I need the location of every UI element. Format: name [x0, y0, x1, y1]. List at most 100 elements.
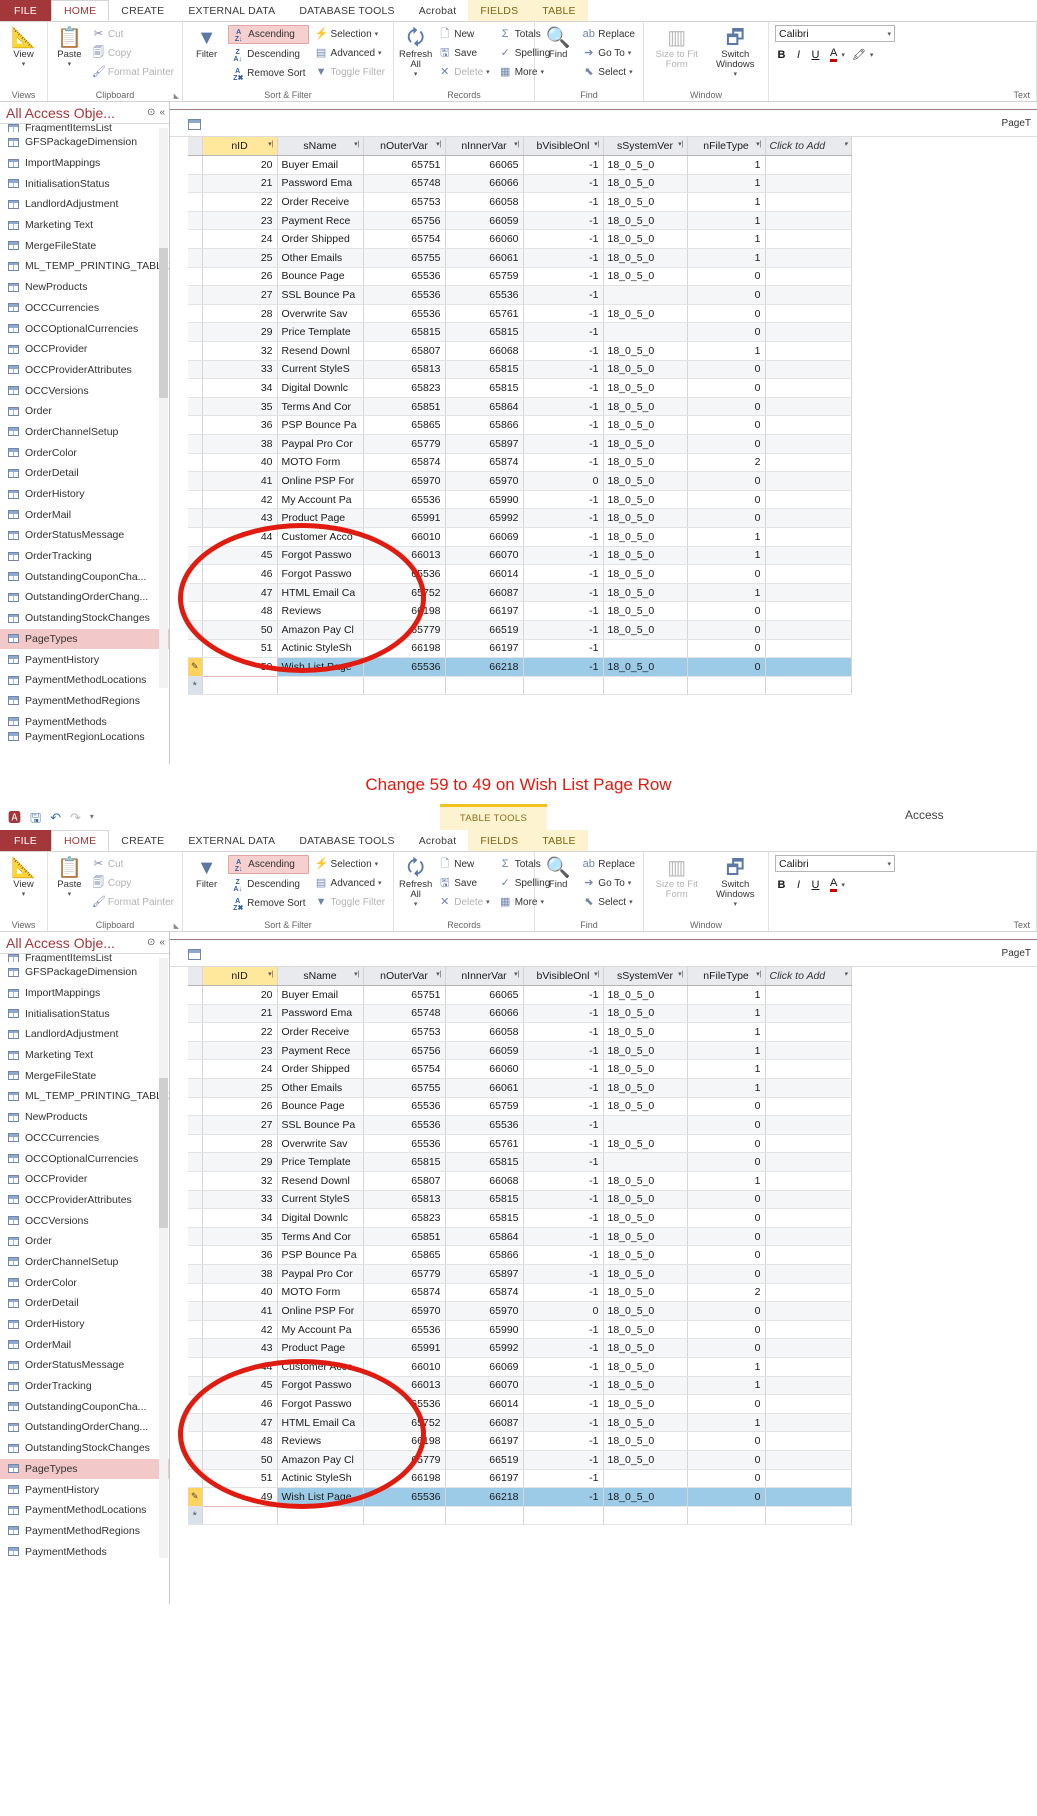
cell-nfiletype[interactable]: 0: [687, 1450, 765, 1469]
cell-click-to-add[interactable]: [765, 490, 851, 509]
cell-ssystemver[interactable]: 18_0_5_0: [603, 360, 687, 379]
cell-sname[interactable]: Customer Acco: [277, 1357, 363, 1376]
cell-noutervar[interactable]: 65813: [363, 1190, 445, 1209]
cell-nid[interactable]: 34: [202, 379, 277, 398]
row-selector[interactable]: [188, 1097, 202, 1116]
datasheet-object-tab-before[interactable]: PageT: [170, 113, 1037, 137]
nav-pane-collapse-icon[interactable]: «: [159, 107, 165, 118]
chevron-down-icon[interactable]: ▾: [887, 30, 891, 38]
cell-sname[interactable]: Reviews: [277, 1432, 363, 1451]
chevron-down-icon[interactable]: ▾: [629, 898, 633, 906]
sidebar-item-initialisationstatus[interactable]: InitialisationStatus: [0, 1003, 169, 1024]
cell-click-to-add[interactable]: [765, 1060, 851, 1079]
cell-ssystemver[interactable]: 18_0_5_0: [603, 565, 687, 584]
table-row[interactable]: 21Password Ema6574866066-118_0_5_01: [188, 1004, 851, 1023]
cell-sname[interactable]: Product Page: [277, 509, 363, 528]
tab-file[interactable]: FILE: [0, 0, 51, 21]
toggle-filter-button[interactable]: ▼Toggle Filter: [312, 63, 388, 81]
sidebar-item-ml-temp-printing-table[interactable]: ML_TEMP_PRINTING_TABLE: [0, 1086, 169, 1107]
row-selector[interactable]: [188, 360, 202, 379]
cell-noutervar[interactable]: 65748: [363, 174, 445, 193]
cell-ssystemver[interactable]: 18_0_5_0: [603, 527, 687, 546]
cell-sname[interactable]: Current StyleS: [277, 360, 363, 379]
cell-nfiletype[interactable]: 1: [687, 342, 765, 361]
sidebar-item-newproducts[interactable]: NewProducts: [0, 277, 169, 298]
cell-noutervar[interactable]: 65752: [363, 583, 445, 602]
filter-dropdown-icon[interactable]: ▾|: [756, 140, 761, 148]
advanced-button[interactable]: ▤Advanced▾: [312, 874, 388, 892]
filter-dropdown-icon[interactable]: ▾|: [514, 970, 519, 978]
row-selector[interactable]: [188, 156, 202, 175]
cell-bvisibleonly[interactable]: -1: [523, 286, 603, 305]
sidebar-item-outstandingcouponchanges[interactable]: OutstandingCouponCha...: [0, 1396, 169, 1417]
cell-nfiletype[interactable]: 1: [687, 211, 765, 230]
row-selector[interactable]: ✎: [188, 658, 202, 677]
sidebar-item-outstandingstockchanges[interactable]: OutstandingStockChanges: [0, 608, 169, 629]
cell-noutervar[interactable]: 65779: [363, 1450, 445, 1469]
cell-ninnervar[interactable]: 65992: [445, 509, 523, 528]
filter-dropdown-icon[interactable]: ▾|: [268, 140, 273, 148]
cell-sname[interactable]: Bounce Page: [277, 267, 363, 286]
table-row[interactable]: 22Order Receive6575366058-118_0_5_01: [188, 1023, 851, 1042]
cell-nfiletype[interactable]: 0: [687, 1134, 765, 1153]
cell-nfiletype[interactable]: 0: [687, 360, 765, 379]
cell-noutervar[interactable]: 66010: [363, 527, 445, 546]
cell-ninnervar[interactable]: 65815: [445, 1209, 523, 1228]
cell-sname[interactable]: Buyer Email: [277, 986, 363, 1005]
table-row[interactable]: 47HTML Email Ca6575266087-118_0_5_01: [188, 583, 851, 602]
cell-nid[interactable]: 27: [202, 1116, 277, 1135]
cell-nfiletype[interactable]: 1: [687, 249, 765, 268]
row-selector[interactable]: [188, 416, 202, 435]
cell-bvisibleonly[interactable]: -1: [523, 1097, 603, 1116]
sidebar-item-orderstatusmessage[interactable]: OrderStatusMessage: [0, 1355, 169, 1376]
cell-ssystemver[interactable]: 18_0_5_0: [603, 416, 687, 435]
row-selector[interactable]: [188, 211, 202, 230]
cell-click-to-add[interactable]: [765, 267, 851, 286]
row-selector[interactable]: [188, 1060, 202, 1079]
cell-ssystemver[interactable]: 18_0_5_0: [603, 1395, 687, 1414]
table-row[interactable]: 42My Account Pa6553665990-118_0_5_00: [188, 490, 851, 509]
chevron-down-icon[interactable]: ▾: [486, 68, 490, 76]
highlight-color-button[interactable]: 🖍: [852, 48, 866, 61]
chevron-down-icon[interactable]: ▾: [375, 30, 379, 38]
cell-nfiletype[interactable]: 0: [687, 1488, 765, 1507]
select-all-corner[interactable]: [188, 137, 202, 156]
row-selector[interactable]: [188, 509, 202, 528]
find-button[interactable]: 🔍 Find: [540, 855, 576, 917]
nav-pane-scroll-thumb[interactable]: [159, 1078, 168, 1228]
select-button[interactable]: ⬉Select▾: [579, 893, 638, 911]
cell-bvisibleonly[interactable]: -1: [523, 565, 603, 584]
save-record-button[interactable]: 🖫Save: [435, 44, 492, 62]
cell-noutervar[interactable]: 66198: [363, 602, 445, 621]
cell-bvisibleonly[interactable]: -1: [523, 527, 603, 546]
column-header-nfiletype[interactable]: nFileType▾|: [687, 137, 765, 156]
table-row[interactable]: 40MOTO Form6587465874-118_0_5_02: [188, 1283, 851, 1302]
cell-nfiletype[interactable]: 0: [687, 1097, 765, 1116]
cell-bvisibleonly[interactable]: -1: [523, 1023, 603, 1042]
cell-ninnervar[interactable]: 66087: [445, 583, 523, 602]
cell-nfiletype[interactable]: 1: [687, 1172, 765, 1191]
tab-fields[interactable]: FIELDS: [468, 830, 530, 851]
table-row[interactable]: 21Password Ema6574866066-118_0_5_01: [188, 174, 851, 193]
table-row[interactable]: 28Overwrite Sav6553665761-118_0_5_00: [188, 1134, 851, 1153]
view-button[interactable]: 📐 View▾: [5, 855, 42, 917]
row-selector[interactable]: [188, 527, 202, 546]
cell-ssystemver[interactable]: 18_0_5_0: [603, 1265, 687, 1284]
cell-nid[interactable]: 24: [202, 230, 277, 249]
filter-dropdown-icon[interactable]: ▾|: [436, 140, 441, 148]
cell-bvisibleonly[interactable]: -1: [523, 1265, 603, 1284]
cell-ninnervar[interactable]: 66087: [445, 1413, 523, 1432]
chevron-down-icon[interactable]: ▾: [13, 60, 33, 70]
cell-nid[interactable]: 20: [202, 986, 277, 1005]
row-selector[interactable]: [188, 1357, 202, 1376]
cell-ssystemver[interactable]: 18_0_5_0: [603, 1246, 687, 1265]
cell-ssystemver[interactable]: 18_0_5_0: [603, 435, 687, 454]
size-to-fit-form-button[interactable]: ▥ Size to Fit Form: [649, 855, 705, 917]
cell-noutervar[interactable]: 65536: [363, 658, 445, 677]
cell-nid[interactable]: 20: [202, 156, 277, 175]
cell-click-to-add[interactable]: [765, 286, 851, 305]
cell-ninnervar[interactable]: 65815: [445, 379, 523, 398]
chevron-down-icon[interactable]: ▾: [399, 70, 432, 80]
cell-sname[interactable]: Forgot Passwo: [277, 1376, 363, 1395]
cell-click-to-add[interactable]: [765, 453, 851, 472]
